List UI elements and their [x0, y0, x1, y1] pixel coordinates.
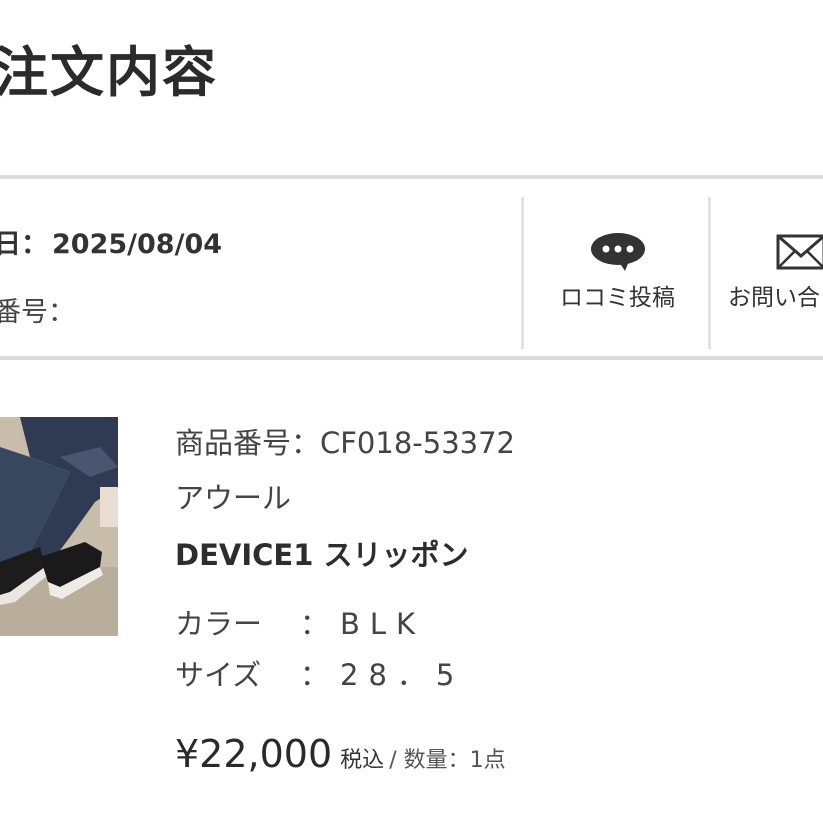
review-button-label: ロコミ投稿 [560, 285, 675, 311]
order-number-label: 番号： [0, 297, 75, 328]
quantity: / 数量：1点 [389, 748, 506, 773]
envelope-icon [728, 232, 823, 274]
product-code: 商品番号：CF018-53372 [175, 426, 515, 460]
product-name[interactable]: DEVICE1 スリッポン [175, 532, 468, 574]
order-date: 日： 2025/08/04 [0, 222, 222, 261]
order-date-value: 2025/08/04 [52, 229, 223, 260]
inquiry-button-label: お問い合 [728, 285, 820, 311]
product-size: サイズ ： 28．5 [175, 652, 464, 694]
order-number: 番号： [0, 290, 75, 329]
speech-bubble-icon [540, 232, 695, 274]
vertical-divider [708, 197, 711, 349]
product-color: カラー ： BLK [175, 601, 425, 643]
order-details-page: 注文内容 日： 2025/08/04 番号： ロコミ投稿 お問い合 商品番号：C… [0, 0, 823, 823]
size-value: 28．5 [340, 658, 465, 692]
size-label: サイズ [175, 658, 262, 692]
inquiry-button[interactable]: お問い合 [728, 232, 823, 312]
size-separator: ： [300, 658, 330, 692]
product-brand[interactable]: アウール [175, 475, 291, 517]
page-title: 注文内容 [0, 41, 218, 104]
color-value: BLK [340, 607, 426, 641]
tax-label: 税込 [340, 748, 385, 773]
divider [0, 356, 823, 360]
price-row: ¥22,000 税込 / 数量：1点 [175, 732, 506, 776]
color-label: カラー [175, 607, 263, 641]
review-button[interactable]: ロコミ投稿 [540, 232, 695, 312]
order-date-label: 日： [0, 229, 48, 260]
product-price: ¥22,000 [175, 732, 333, 776]
divider [0, 175, 823, 179]
color-separator: ： [300, 607, 330, 641]
vertical-divider [521, 197, 524, 349]
product-image[interactable] [0, 417, 118, 636]
